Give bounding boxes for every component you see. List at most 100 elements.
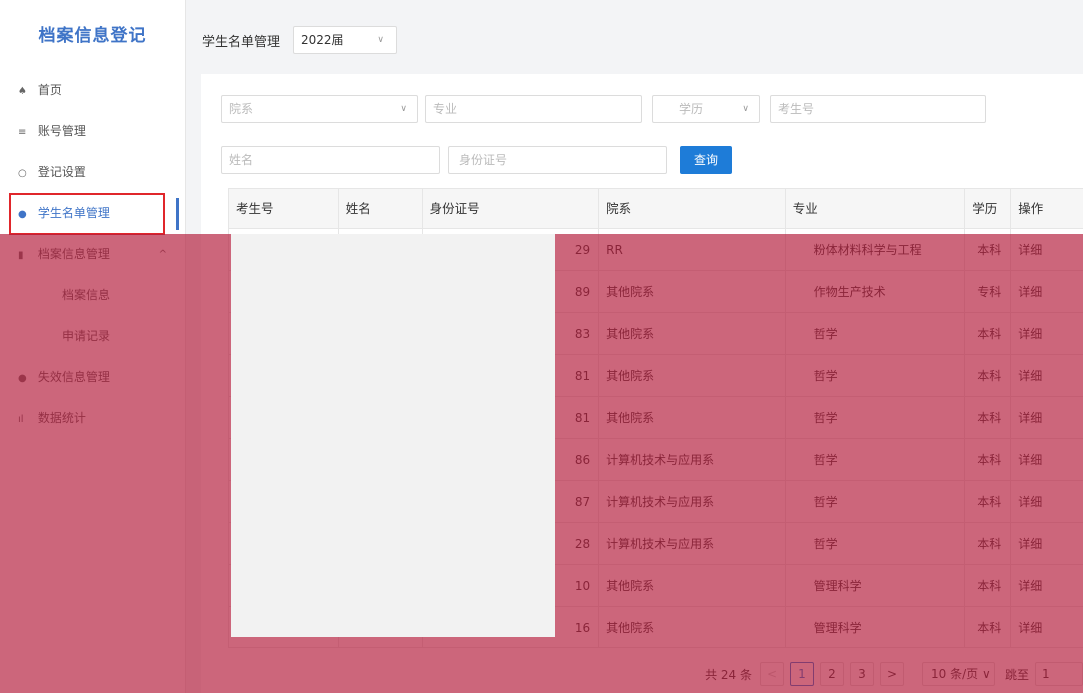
sidebar-item-home[interactable]: ♠ 首页 (0, 70, 185, 111)
home-icon: ♠ (18, 86, 27, 97)
degree-placeholder: 学历 (679, 102, 704, 116)
cell-degree: 本科 (965, 607, 1012, 647)
cell-college: 其他院系 (599, 565, 786, 606)
sidebar-item-registration-settings[interactable]: ○ 登记设置 (0, 152, 185, 193)
college-placeholder: 院系 (229, 102, 254, 116)
year-select-value: 2022届 (301, 33, 344, 47)
sidebar-item-statistics[interactable]: ıl 数据统计 (0, 398, 185, 439)
college-select[interactable]: 院系 ∨ (221, 95, 418, 123)
list-icon: ≡ (18, 127, 27, 138)
detail-link[interactable]: 详细 (1011, 229, 1083, 270)
chevron-down-icon: ∨ (742, 104, 749, 114)
cell-college: 其他院系 (599, 397, 786, 438)
cell-major: 哲学 (786, 439, 966, 480)
sidebar-item-archive-management[interactable]: ▮ 档案信息管理 ^ (0, 234, 185, 275)
detail-link[interactable]: 详细 (1011, 439, 1083, 480)
detail-link[interactable]: 详细 (1011, 355, 1083, 396)
chart-icon: ıl (18, 414, 24, 425)
app-brand: 档案信息登记 (38, 26, 147, 46)
major-placeholder: 专业 (433, 102, 458, 116)
sidebar-item-accounts[interactable]: ≡ 账号管理 (0, 111, 185, 152)
chevron-down-icon: ∨ (400, 104, 407, 114)
topbar: 学生名单管理 2022届 ∨ (186, 0, 1083, 74)
query-button[interactable]: 查询 (680, 146, 732, 174)
page-1-button[interactable]: 1 (789, 662, 814, 686)
cell-degree: 本科 (965, 481, 1012, 522)
cell-major: 哲学 (786, 523, 966, 564)
detail-link[interactable]: 详细 (1011, 397, 1083, 438)
sidebar-item-label: 失效信息管理 (37, 370, 110, 384)
cell-major: 粉体材料科学与工程 (786, 229, 966, 270)
cell-degree: 专科 (965, 271, 1012, 312)
cell-major: 管理科学 (786, 565, 966, 606)
cell-degree: 本科 (965, 565, 1012, 606)
cell-degree: 本科 (965, 229, 1012, 270)
cell-college: 其他院系 (599, 355, 786, 396)
sidebar-subitem-application-records[interactable]: 申请记录 (0, 316, 185, 357)
goto-page-input[interactable]: 1 (1035, 662, 1083, 686)
major-input[interactable]: 专业 (425, 95, 642, 123)
cell-major: 哲学 (786, 355, 966, 396)
header-college: 院系 (599, 189, 786, 228)
sidebar-item-invalid-info[interactable]: ● 失效信息管理 (0, 357, 185, 398)
sidebar-item-label: 账号管理 (37, 124, 86, 138)
cell-college: 计算机技术与应用系 (599, 481, 786, 522)
goto-label: 跳至 (1004, 667, 1029, 682)
sidebar-item-label: 首页 (37, 83, 62, 97)
cell-college: 计算机技术与应用系 (599, 439, 786, 480)
header-name: 姓名 (339, 189, 423, 228)
sidebar-subitem-archive-info[interactable]: 档案信息 (0, 275, 185, 316)
cell-college: 其他院系 (599, 607, 786, 647)
header-major: 专业 (786, 189, 966, 228)
cell-degree: 本科 (965, 313, 1012, 354)
detail-link[interactable]: 详细 (1011, 271, 1083, 312)
header-degree: 学历 (965, 189, 1012, 228)
cell-major: 哲学 (786, 397, 966, 438)
header-id-number: 身份证号 (423, 189, 600, 228)
page-size-select[interactable]: 10 条/页 ∨ (921, 662, 995, 686)
sidebar-item-label: 档案信息管理 (37, 247, 110, 261)
detail-link[interactable]: 详细 (1011, 565, 1083, 606)
dot-icon: ● (18, 373, 27, 384)
folder-icon: ▮ (18, 250, 24, 261)
page-3-button[interactable]: 3 (849, 662, 874, 686)
cell-college: 其他院系 (599, 313, 786, 354)
cell-degree: 本科 (965, 397, 1012, 438)
sidebar: 档案信息登记 ♠ 首页 ≡ 账号管理 ○ 登记设置 ● 学生名单管理 ▮ 档案信… (0, 0, 186, 693)
pagination: 共 24 条 < 1 2 3 > 10 条/页 ∨ 跳至 1 (705, 661, 1083, 687)
cell-major: 哲学 (786, 481, 966, 522)
cell-degree: 本科 (965, 355, 1012, 396)
id-number-placeholder: 身份证号 (459, 153, 508, 167)
chevron-up-icon: ^ (158, 249, 167, 260)
sidebar-item-student-list[interactable]: ● 学生名单管理 (0, 193, 185, 235)
name-input[interactable]: 姓名 (221, 146, 440, 174)
redaction-block (231, 234, 555, 637)
cell-college: 其他院系 (599, 271, 786, 312)
year-select[interactable]: 2022届 ∨ (293, 26, 397, 54)
active-indicator (176, 198, 179, 230)
page-2-button[interactable]: 2 (819, 662, 844, 686)
cell-major: 管理科学 (786, 607, 966, 647)
prev-page-button[interactable]: < (759, 662, 784, 686)
detail-link[interactable]: 详细 (1011, 313, 1083, 354)
degree-select[interactable]: 学历 ∨ (652, 95, 760, 123)
name-placeholder: 姓名 (229, 153, 254, 167)
chevron-down-icon: ∨ (377, 35, 384, 45)
cell-degree: 本科 (965, 439, 1012, 480)
sidebar-item-label: 登记设置 (37, 165, 86, 179)
table-header: 考生号 姓名 身份证号 院系 专业 学历 操作 (229, 189, 1083, 229)
header-exam-no: 考生号 (229, 189, 339, 228)
chevron-down-icon: ∨ (981, 667, 991, 681)
detail-link[interactable]: 详细 (1011, 523, 1083, 564)
cell-major: 哲学 (786, 313, 966, 354)
detail-link[interactable]: 详细 (1011, 481, 1083, 522)
sidebar-item-label: 数据统计 (37, 411, 86, 425)
page-size-value: 10 条/页 (930, 667, 979, 681)
id-number-input[interactable]: 身份证号 (448, 146, 667, 174)
detail-link[interactable]: 详细 (1011, 607, 1083, 647)
next-page-button[interactable]: > (879, 662, 904, 686)
page-title: 学生名单管理 (202, 35, 281, 50)
exam-no-input[interactable]: 考生号 (770, 95, 986, 123)
cell-college: 计算机技术与应用系 (599, 523, 786, 564)
settings-icon: ○ (18, 168, 27, 179)
